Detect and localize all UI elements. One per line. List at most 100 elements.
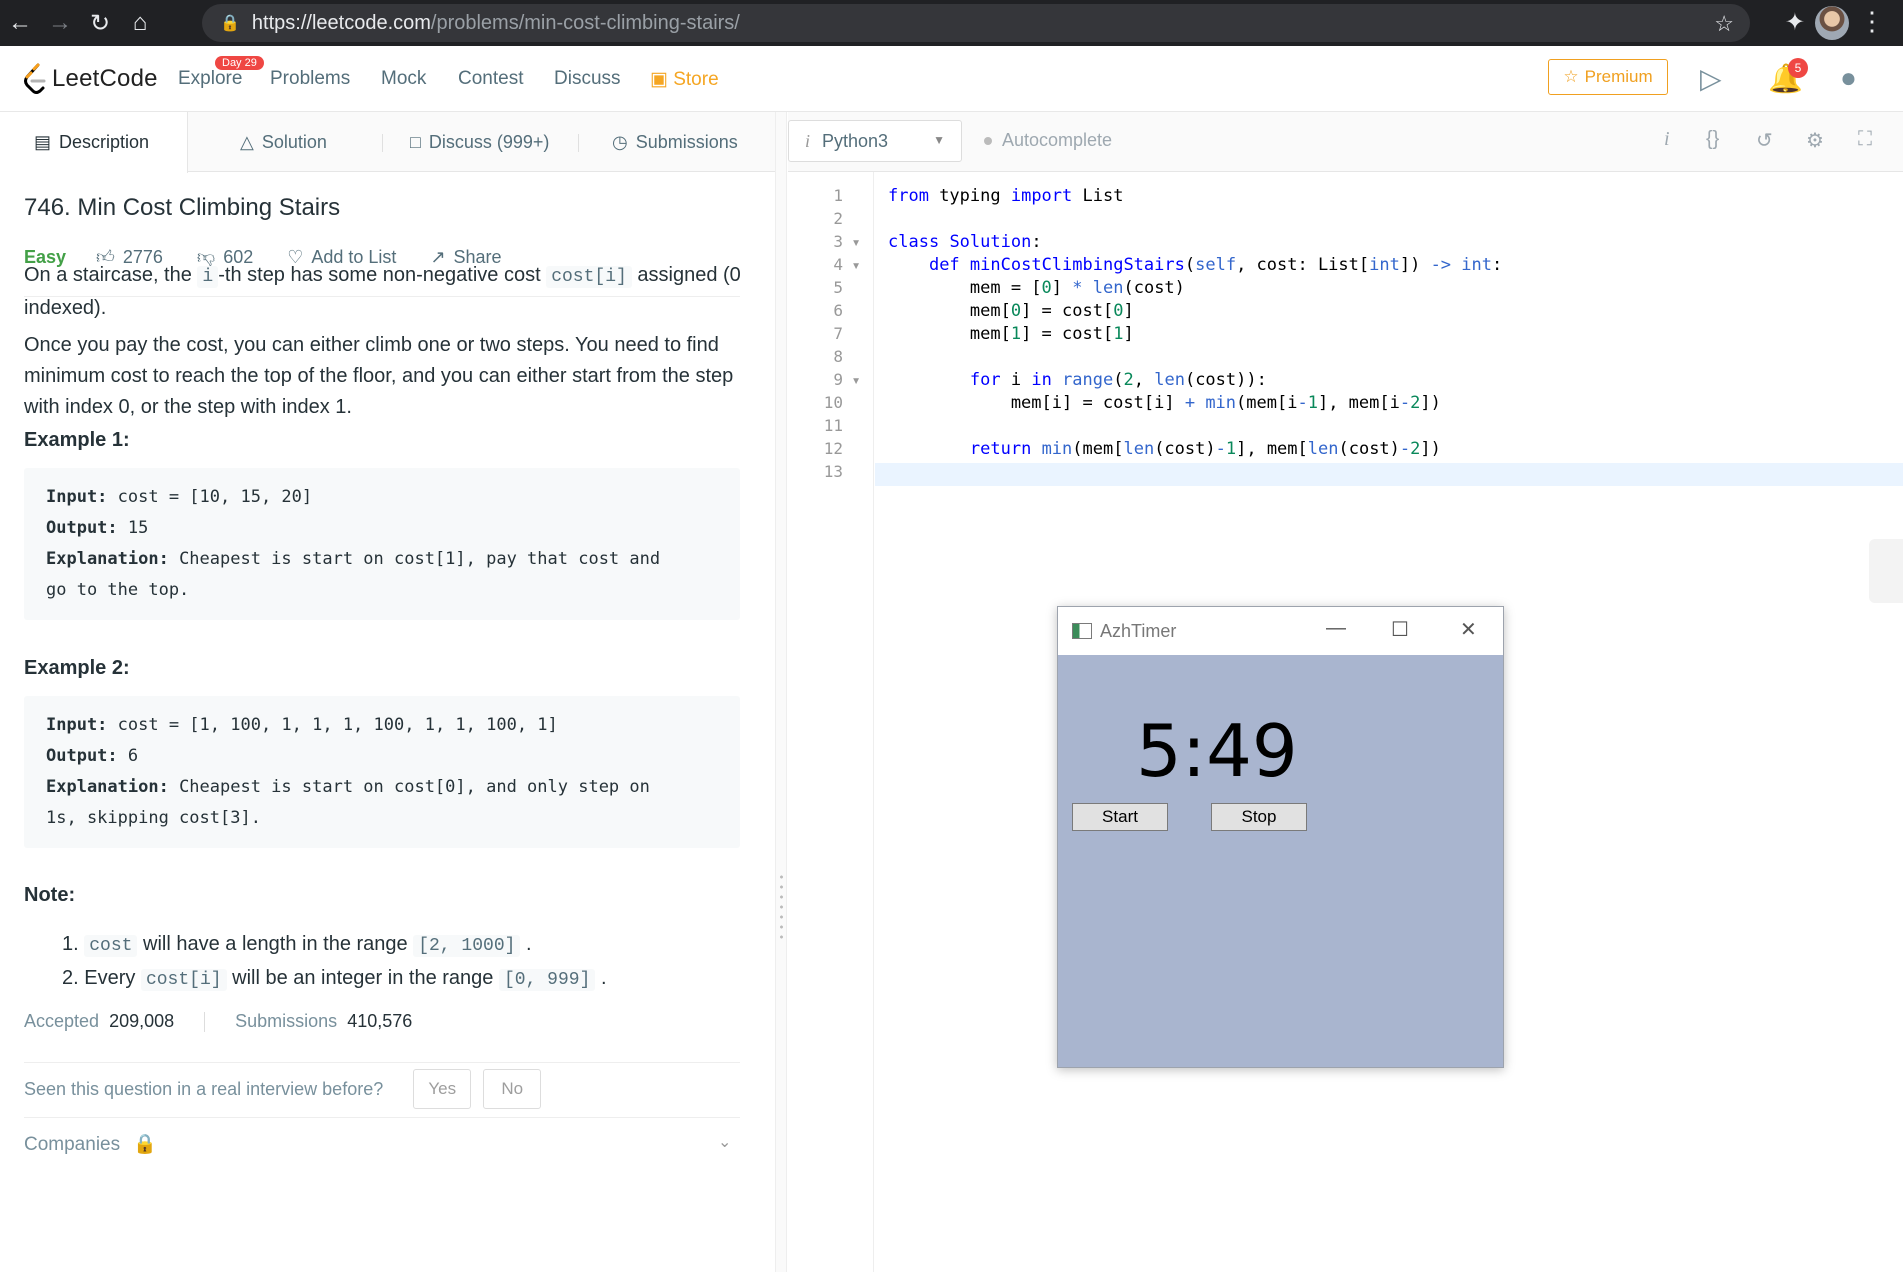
no-button[interactable]: No (483, 1069, 542, 1109)
companies-section[interactable]: Companies 🔒 (24, 1132, 157, 1156)
problem-paragraph-2: Once you pay the cost, you can either cl… (24, 334, 734, 418)
fold-arrow-icon[interactable]: ▼ (851, 261, 861, 272)
code-line-5: mem = [0] * len(cost) (888, 278, 1185, 298)
example-1-input: Input: cost = [10, 15, 20] (46, 487, 313, 507)
divider (24, 1062, 740, 1063)
line-number: 5 (833, 278, 843, 297)
p1-text-a: On a staircase, the (24, 264, 198, 286)
line-number-gutter: 1 2 3 ▼ 4 ▼ 5 6 7 8 9 ▼ 10 11 12 13 (788, 172, 874, 1272)
fold-arrow-icon[interactable]: ▼ (851, 238, 861, 249)
line-number: 12 (823, 439, 843, 458)
nav-mock[interactable]: Mock (381, 68, 426, 90)
stop-button[interactable]: Stop (1211, 803, 1307, 831)
tab-solution-label: Solution (261, 131, 327, 152)
accepted-value: 209,008 (109, 1011, 175, 1031)
user-avatar-icon[interactable]: ● (1840, 62, 1857, 94)
timer-window-title: AzhTimer (1100, 621, 1177, 641)
menu-kebab-icon[interactable]: ⋮ (1859, 6, 1885, 36)
line-number: 13 (823, 462, 843, 481)
caret-down-icon: ▼ (933, 133, 945, 147)
site-navbar: LeetCode Explore Day 29 Problems Mock Co… (0, 46, 1903, 112)
line-number: 11 (823, 416, 843, 435)
fullscreen-icon[interactable]: ⛶ (1858, 128, 1872, 151)
note-list: 1. cost will have a length in the range … (62, 928, 607, 996)
start-button[interactable]: Start (1072, 803, 1168, 831)
side-panel-handle[interactable] (1869, 539, 1903, 603)
drag-handle-icon (780, 872, 783, 942)
language-value: Python3 (822, 130, 889, 151)
nav-discuss[interactable]: Discuss (554, 68, 621, 90)
nav-contest[interactable]: Contest (458, 68, 523, 90)
chevron-down-icon[interactable]: ⌄ (718, 1132, 731, 1152)
example-1-explanation-cont: go to the top. (46, 580, 190, 600)
reset-icon[interactable]: ↺ (1756, 128, 1773, 153)
info-icon[interactable]: i (1664, 128, 1670, 151)
extensions-puzzle-icon[interactable]: ✦ (1785, 8, 1805, 37)
address-bar[interactable]: 🔒 https://leetcode.com/problems/min-cost… (202, 4, 1750, 42)
language-select[interactable]: i Python3 ▼ (788, 120, 962, 162)
reload-icon[interactable]: ↻ (80, 0, 120, 46)
minimize-icon[interactable]: — (1326, 617, 1346, 640)
p1-code-i: i (197, 266, 219, 288)
example-2-input: Input: cost = [1, 100, 1, 1, 1, 100, 1, … (46, 715, 558, 735)
star-icon: ☆ (1563, 67, 1579, 86)
app-icon (1072, 623, 1092, 639)
braces-icon[interactable]: {} (1706, 128, 1719, 151)
code-line-3: class Solution: (888, 232, 1042, 252)
autocomplete-toggle[interactable]: Autocomplete (984, 130, 1112, 151)
back-arrow-icon[interactable]: ← (0, 0, 40, 46)
nav-problems[interactable]: Problems (270, 68, 350, 90)
tab-solution[interactable]: △ Solution (240, 112, 327, 172)
code-line-7: mem[1] = cost[1] (888, 324, 1134, 344)
clock-icon: ◷ (612, 131, 628, 152)
code-line-4: def minCostClimbingStairs(self, cost: Li… (928, 255, 1503, 275)
submissions-label: Submissions (235, 1011, 338, 1031)
nav-explore[interactable]: Explore (178, 68, 242, 90)
forward-arrow-icon[interactable]: → (40, 0, 80, 46)
tab-divider (578, 134, 579, 152)
autocomplete-label: Autocomplete (1002, 130, 1113, 150)
example-1-output: Output: 15 (46, 518, 149, 538)
yes-button[interactable]: Yes (413, 1069, 472, 1109)
premium-button[interactable]: ☆ Premium (1548, 59, 1668, 95)
example-2-explanation: Explanation: Cheapest is start on cost[0… (46, 777, 650, 797)
example-1-title: Example 1: (24, 429, 130, 451)
tab-description[interactable]: ▤ Description (0, 112, 188, 173)
note-title: Note: (24, 884, 76, 906)
settings-gear-icon[interactable]: ⚙ (1806, 128, 1824, 153)
home-icon[interactable]: ⌂ (120, 0, 160, 46)
fold-arrow-icon[interactable]: ▼ (851, 376, 861, 387)
line-number: 1 (833, 186, 843, 205)
example-1-block: Input: cost = [10, 15, 20] Output: 15 Ex… (24, 468, 740, 620)
line-number: 2 (833, 209, 843, 228)
example-2-block: Input: cost = [1, 100, 1, 1, 1, 100, 1, … (24, 696, 740, 848)
tab-discuss[interactable]: □ Discuss (999+) (410, 112, 549, 172)
accepted-label: Accepted (24, 1011, 100, 1031)
line-number: 6 (833, 301, 843, 320)
bookmark-star-icon[interactable]: ☆ (1714, 11, 1734, 37)
lock-icon: 🔒 (220, 15, 240, 32)
p1-text-b: -th step has some non-negative cost (218, 264, 547, 286)
nav-store[interactable]: ▣ Store (650, 68, 719, 91)
store-icon: ▣ (650, 69, 668, 90)
lock-icon: 🔒 (133, 1134, 158, 1155)
profile-avatar[interactable] (1815, 6, 1849, 40)
pane-splitter[interactable] (775, 112, 787, 1272)
playground-icon[interactable]: ▷ (1700, 62, 1722, 95)
timer-titlebar[interactable]: AzhTimer — ☐ ✕ (1058, 607, 1503, 655)
toggle-dot-icon (984, 136, 992, 145)
tab-submissions-label: Submissions (635, 131, 738, 152)
tab-discuss-label: Discuss (999+) (428, 131, 550, 152)
close-icon[interactable]: ✕ (1460, 617, 1477, 642)
current-line-highlight (875, 463, 1903, 486)
editor-toolbar: i Python3 ▼ Autocomplete i {} ↺ ⚙ ⛶ (788, 112, 1903, 172)
line-number: 3 (833, 232, 843, 251)
day-badge: Day 29 (215, 56, 264, 70)
statement-line-1: On a staircase, the i -th step has some n… (24, 260, 742, 324)
example-2-output: Output: 6 (46, 746, 139, 766)
discuss-icon: □ (410, 131, 421, 152)
tab-submissions[interactable]: ◷ Submissions (612, 112, 738, 172)
leetcode-logo[interactable]: LeetCode (22, 62, 158, 96)
description-pane: 746. Min Cost Climbing Stairs Easy 👍︎ 277… (0, 172, 775, 1272)
maximize-icon[interactable]: ☐ (1391, 617, 1409, 642)
